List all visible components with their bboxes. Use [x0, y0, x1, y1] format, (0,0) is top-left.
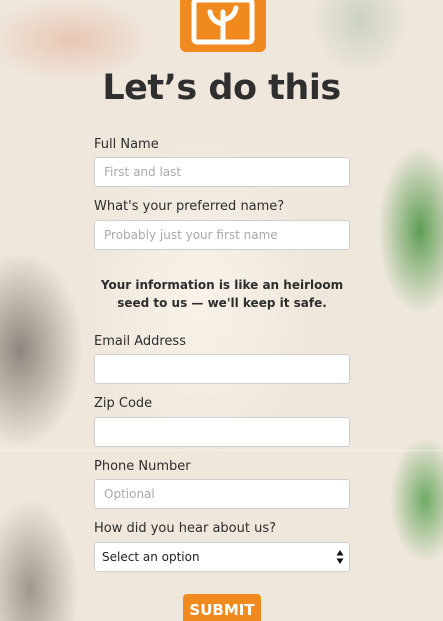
- referral-select-value: Select an option: [102, 550, 200, 564]
- zip-code-input[interactable]: [94, 417, 350, 447]
- referral-select[interactable]: Select an option: [94, 542, 350, 572]
- zip-code-label: Zip Code: [94, 396, 153, 411]
- referral-label: How did you hear about us?: [94, 521, 276, 536]
- brand-logo-icon: [180, 0, 266, 52]
- full-name-input[interactable]: [94, 157, 350, 187]
- page-title: Let’s do this: [102, 68, 341, 108]
- full-name-label: Full Name: [94, 137, 159, 152]
- preferred-name-label: What's your preferred name?: [94, 199, 285, 214]
- background-seam: [0, 450, 443, 451]
- privacy-notice: Your information is like an heirloom see…: [100, 278, 344, 310]
- phone-label: Phone Number: [94, 459, 191, 474]
- email-label: Email Address: [94, 334, 186, 349]
- up-down-arrows-icon: [336, 550, 344, 564]
- email-input[interactable]: [94, 354, 350, 384]
- submit-button[interactable]: SUBMIT: [183, 594, 261, 621]
- phone-input[interactable]: [94, 479, 350, 509]
- preferred-name-input[interactable]: [94, 220, 350, 250]
